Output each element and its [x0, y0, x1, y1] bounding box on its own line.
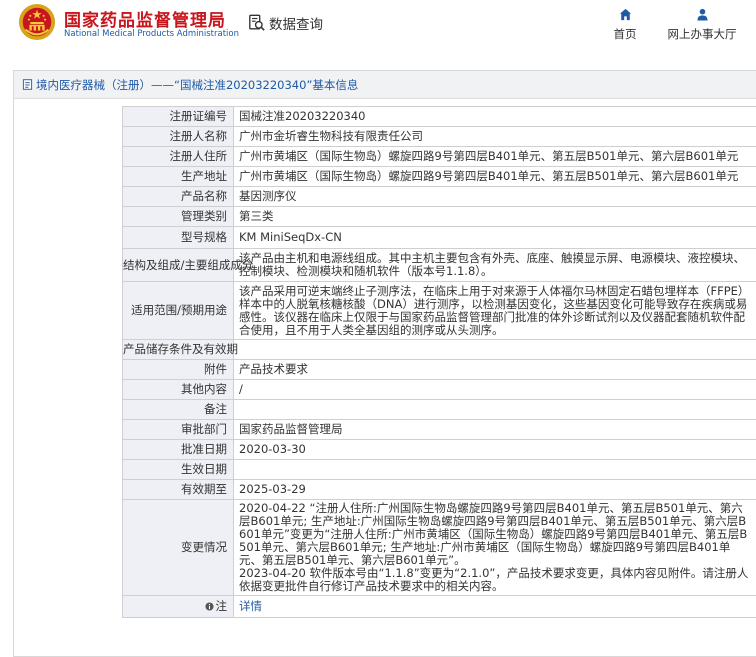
- field-value: 该产品采用可逆末端终止子测序法，在临床上用于对来源于人体福尔马林固定石蜡包埋样本…: [233, 281, 756, 340]
- info-row: 批准日期 2020-03-30: [122, 439, 756, 460]
- nav-online-office-label: 网上办事大厅: [667, 27, 737, 41]
- detail-panel: 境内医疗器械（注册） —— “国械注准20203220340”基本信息 注册证编…: [13, 70, 756, 657]
- field-value: /: [233, 379, 756, 400]
- info-row: 注册人名称 广州市金圻睿生物科技有限责任公司: [122, 126, 756, 147]
- field-label: 注册证编号: [122, 106, 234, 127]
- note-key-label: 注: [215, 598, 228, 613]
- data-query-label: 数据查询: [269, 17, 323, 33]
- breadcrumb: 境内医疗器械（注册） —— “国械注准20203220340”基本信息: [14, 71, 756, 99]
- field-value: 2020-04-22 “注册人住所:广州国际生物岛螺旋四路9号第四层B401单元…: [233, 499, 756, 596]
- info-row: 附件 产品技术要求: [122, 359, 756, 380]
- info-row: 注册证编号 国械注准20203220340: [122, 106, 756, 127]
- field-label: 适用范围/预期用途: [122, 281, 234, 340]
- field-value: 2025-03-29: [233, 479, 756, 500]
- info-row: 结构及组成/主要组成成分 该产品由主机和电源线组成。其中主机主要包含有外壳、底座、…: [122, 248, 756, 282]
- breadcrumb-category[interactable]: 境内医疗器械（注册）: [36, 77, 151, 93]
- field-value: KM MiniSeqDx-CN: [233, 226, 756, 249]
- field-label: 变更情况: [122, 499, 234, 596]
- page-icon: [22, 79, 33, 90]
- info-row: 生效日期: [122, 459, 756, 480]
- info-row: 注册人住所 广州市黄埔区（国际生物岛）螺旋四路9号第四层B401单元、第五层B50…: [122, 146, 756, 167]
- field-label: 结构及组成/主要组成成分: [122, 248, 253, 282]
- nav-home[interactable]: 首页: [606, 8, 644, 42]
- data-query-link[interactable]: 数据查询: [248, 12, 323, 34]
- field-value: 广州市金圻睿生物科技有限责任公司: [233, 126, 756, 147]
- field-label: 审批部门: [122, 419, 234, 440]
- field-label: 注册人名称: [122, 126, 234, 147]
- info-row: 管理类别 第三类: [122, 206, 756, 227]
- note-key: 注: [204, 598, 228, 613]
- field-value: 广州市黄埔区（国际生物岛）螺旋四路9号第四层B401单元、第五层B501单元、第…: [233, 166, 756, 187]
- site-name-cn[interactable]: 国家药品监督管理局: [64, 6, 226, 31]
- nav-home-label: 首页: [613, 27, 637, 41]
- field-value: 国家药品监督管理局: [233, 419, 756, 440]
- national-emblem-icon[interactable]: [18, 3, 56, 41]
- breadcrumb-separator: ——: [151, 77, 174, 92]
- field-label: 注: [122, 595, 234, 618]
- info-row-note: 注详情: [122, 595, 756, 618]
- field-label: 注册人住所: [122, 146, 234, 167]
- site-header: 国家药品监督管理局 National Medical Products Admi…: [0, 0, 756, 52]
- field-value: [233, 459, 756, 480]
- user-icon: [696, 8, 708, 21]
- breadcrumb-record-title: “国械注准20203220340”基本信息: [174, 77, 359, 92]
- field-value: 2020-03-30: [233, 439, 756, 460]
- info-row: 产品储存条件及有效期: [122, 339, 756, 360]
- info-row: 有效期至 2025-03-29: [122, 479, 756, 500]
- field-label: 管理类别: [122, 206, 234, 227]
- field-label: 其他内容: [122, 379, 234, 400]
- field-label: 有效期至: [122, 479, 234, 500]
- info-row: 审批部门 国家药品监督管理局: [122, 419, 756, 440]
- field-value: 产品技术要求: [233, 359, 756, 380]
- field-value: 国械注准20203220340: [233, 106, 756, 127]
- field-value: 该产品由主机和电源线组成。其中主机主要包含有外壳、底座、触摸显示屏、电源模块、液…: [233, 248, 756, 282]
- search-document-icon: [249, 14, 265, 31]
- info-row: 适用范围/预期用途 该产品采用可逆末端终止子测序法，在临床上用于对来源于人体福尔马…: [122, 281, 756, 340]
- field-label: 附件: [122, 359, 234, 380]
- site-name-en: National Medical Products Administration: [64, 29, 239, 39]
- info-row: 型号规格 KM MiniSeqDx-CN: [122, 226, 756, 249]
- field-label: 备注: [122, 399, 234, 420]
- home-icon: [619, 8, 631, 21]
- field-label: 产品名称: [122, 186, 234, 207]
- info-row: 备注: [122, 399, 756, 420]
- field-value: 第三类: [233, 206, 756, 227]
- field-label: 型号规格: [122, 226, 234, 249]
- field-value: 详情: [233, 595, 756, 618]
- info-row: 生产地址 广州市黄埔区（国际生物岛）螺旋四路9号第四层B401单元、第五层B501…: [122, 166, 756, 187]
- field-value: [233, 399, 756, 420]
- details-link[interactable]: 详情: [239, 599, 262, 613]
- field-label: 生产地址: [122, 166, 234, 187]
- info-row: 变更情况 2020-04-22 “注册人住所:广州国际生物岛螺旋四路9号第四层B4…: [122, 499, 756, 596]
- field-label: 生效日期: [122, 459, 234, 480]
- info-circle-icon: [204, 601, 214, 611]
- field-value: [233, 339, 756, 360]
- field-value: 基因测序仪: [233, 186, 756, 207]
- registration-info-table: 注册证编号 国械注准20203220340 注册人名称 广州市金圻睿生物科技有限责任公…: [122, 106, 756, 618]
- info-row: 产品名称 基因测序仪: [122, 186, 756, 207]
- field-label: 批准日期: [122, 439, 234, 460]
- field-value: 广州市黄埔区（国际生物岛）螺旋四路9号第四层B401单元、第五层B501单元、第…: [233, 146, 756, 167]
- nav-online-office[interactable]: 网上办事大厅: [662, 8, 742, 42]
- info-row: 其他内容 /: [122, 379, 756, 400]
- field-label: 产品储存条件及有效期: [122, 339, 238, 360]
